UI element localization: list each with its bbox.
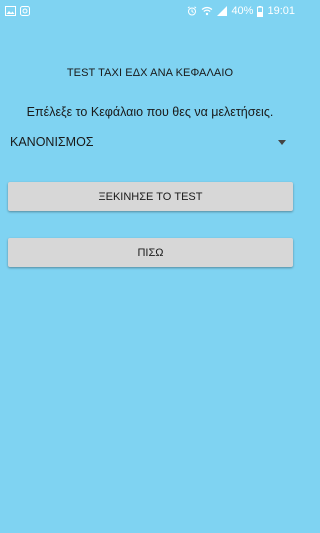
chapter-spinner[interactable]: ΚΑΝΟΝΙΣΜΟΣ <box>10 133 288 151</box>
signal-icon <box>217 6 228 16</box>
back-button[interactable]: ΠΙΣΩ <box>8 238 293 267</box>
status-bar-left <box>5 6 30 16</box>
alarm-icon <box>187 6 197 16</box>
screen-title: TEST TAXI ΕΔΧ ΑΝΑ ΚΕΦΑΛΑΙΟ <box>66 67 234 79</box>
app-notification-icon <box>20 6 30 16</box>
battery-icon <box>257 5 264 17</box>
battery-percent: 40% <box>231 5 254 17</box>
dropdown-arrow-icon <box>278 139 286 145</box>
start-test-button[interactable]: ΞΕΚΙΝΗΣΕ ΤΟ TEST <box>8 182 293 211</box>
chapter-prompt: Επέλεξε το Κεφάλαιο που θες να μελετήσει… <box>26 105 274 119</box>
status-bar: 40% 19:01 <box>0 0 300 22</box>
clock: 19:01 <box>267 5 295 17</box>
status-bar-right: 40% 19:01 <box>187 5 295 17</box>
wifi-icon <box>201 6 213 16</box>
image-icon <box>5 6 16 16</box>
chapter-spinner-value: ΚΑΝΟΝΙΣΜΟΣ <box>10 135 94 149</box>
